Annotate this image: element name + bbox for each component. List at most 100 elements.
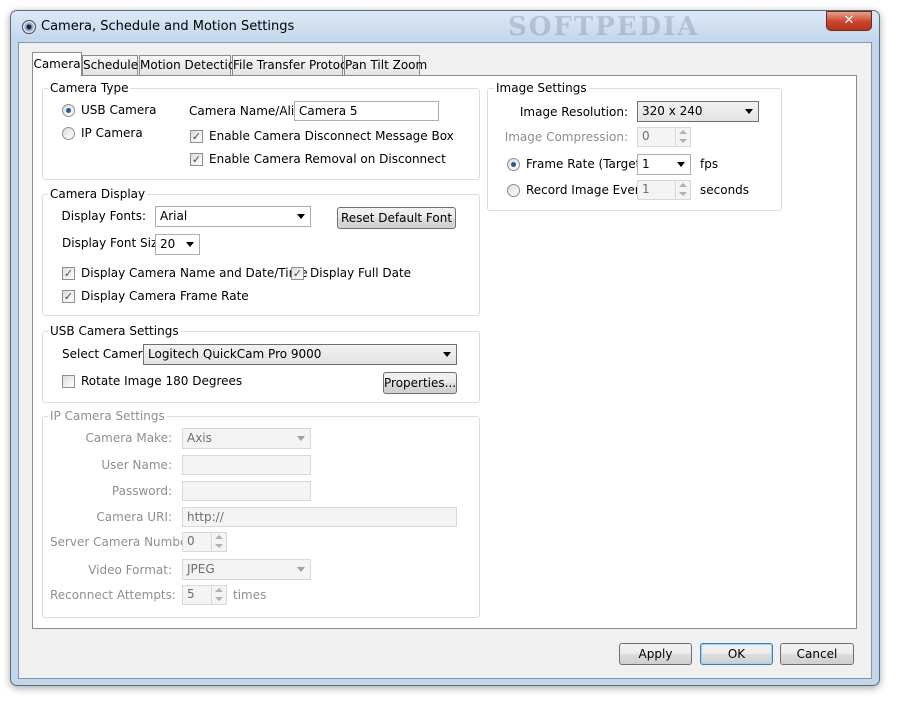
- spin-down-icon: [215, 544, 223, 548]
- camera-uri-input[interactable]: http://: [182, 507, 457, 527]
- camera-display-legend: Camera Display: [48, 187, 148, 201]
- disconnect-message-label: Enable Camera Disconnect Message Box: [209, 129, 454, 143]
- camera-name-input[interactable]: Camera 5: [294, 101, 439, 121]
- server-camera-number-value: 0: [187, 534, 195, 548]
- reconnect-attempts-label: Reconnect Attempts:: [50, 588, 176, 602]
- camera-make-select[interactable]: Axis: [182, 428, 311, 449]
- show-frame-rate-checkbox[interactable]: ✓: [62, 290, 75, 303]
- display-fonts-label: Display Fonts:: [61, 209, 146, 223]
- reconnect-attempts-spinner[interactable]: 5: [182, 585, 227, 605]
- font-size-select[interactable]: 20: [155, 234, 200, 255]
- frame-rate-label: Frame Rate (Target):: [526, 157, 650, 171]
- font-size-label: Display Font Size:: [62, 236, 169, 250]
- spinner-buttons[interactable]: [675, 181, 690, 199]
- spin-up-icon: [679, 183, 687, 187]
- chevron-down-icon: [745, 109, 753, 114]
- video-format-select[interactable]: JPEG: [182, 559, 311, 580]
- ip-camera-radio[interactable]: [62, 127, 75, 140]
- camera-make-label: Camera Make:: [85, 431, 172, 445]
- image-compression-value: 0: [642, 129, 650, 143]
- softpedia-watermark: SOFTPEDIA: [508, 12, 700, 42]
- rotate-image-label: Rotate Image 180 Degrees: [81, 374, 243, 388]
- chevron-down-icon: [677, 162, 685, 167]
- select-camera-value: Logitech QuickCam Pro 9000: [148, 347, 322, 361]
- reconnect-attempts-value: 5: [187, 587, 195, 601]
- record-every-unit: seconds: [700, 183, 750, 197]
- usb-camera-label: USB Camera: [81, 103, 157, 117]
- spin-down-icon: [679, 192, 687, 196]
- show-frame-rate-label: Display Camera Frame Rate: [81, 289, 249, 303]
- select-camera-label: Select Camera:: [62, 347, 154, 361]
- removal-on-disconnect-checkbox[interactable]: ✓: [190, 153, 203, 166]
- image-compression-spinner[interactable]: 0: [637, 127, 691, 147]
- tab-pan-tilt-zoom[interactable]: Pan Tilt Zoom: [344, 55, 427, 75]
- tab-camera[interactable]: Camera: [32, 52, 82, 76]
- record-every-spinner[interactable]: 1: [637, 180, 691, 200]
- password-input[interactable]: [182, 481, 311, 501]
- font-size-value: 20: [160, 237, 176, 251]
- chevron-down-icon: [297, 567, 305, 572]
- server-camera-number-label: Server Camera Number:: [50, 535, 197, 549]
- spin-up-icon: [679, 130, 687, 134]
- tab-file-transfer-protocol[interactable]: File Transfer Protocol: [232, 55, 357, 75]
- image-resolution-select[interactable]: 320 x 240: [637, 101, 759, 122]
- ip-camera-label: IP Camera: [81, 126, 143, 140]
- user-name-input[interactable]: [182, 455, 311, 475]
- full-date-label: Display Full Date: [310, 266, 412, 280]
- webcam-icon: [22, 20, 36, 34]
- ok-button[interactable]: OK: [700, 643, 773, 665]
- server-camera-number-spinner[interactable]: 0: [182, 532, 227, 552]
- close-button[interactable]: ✕: [826, 11, 872, 31]
- reset-default-font-button[interactable]: Reset Default Font: [337, 207, 456, 229]
- disconnect-message-checkbox[interactable]: ✓: [190, 130, 203, 143]
- frame-rate-radio[interactable]: [507, 158, 520, 171]
- spinner-buttons[interactable]: [211, 533, 226, 551]
- window-title: Camera, Schedule and Motion Settings: [41, 19, 295, 34]
- spinner-buttons[interactable]: [675, 128, 690, 146]
- frame-rate-select[interactable]: 1: [637, 154, 691, 175]
- removal-on-disconnect-label: Enable Camera Removal on Disconnect: [209, 152, 446, 166]
- video-format-label: Video Format:: [88, 563, 172, 577]
- record-every-radio[interactable]: [507, 184, 520, 197]
- image-resolution-value: 320 x 240: [642, 104, 703, 118]
- record-every-label: Record Image Every:: [526, 183, 650, 197]
- tab-motion-detection[interactable]: Motion Detection: [139, 55, 243, 75]
- cancel-button[interactable]: Cancel: [780, 643, 854, 665]
- user-name-label: User Name:: [101, 458, 172, 472]
- usb-settings-legend: USB Camera Settings: [48, 324, 181, 338]
- image-compression-label: Image Compression:: [504, 130, 628, 144]
- rotate-image-checkbox[interactable]: [62, 375, 75, 388]
- camera-make-value: Axis: [187, 431, 212, 445]
- chevron-down-icon: [186, 242, 194, 247]
- display-fonts-select[interactable]: Arial: [155, 206, 311, 227]
- full-date-checkbox[interactable]: ✓: [291, 267, 304, 280]
- ip-settings-legend: IP Camera Settings: [48, 409, 167, 423]
- chevron-down-icon: [297, 214, 305, 219]
- properties-button[interactable]: Properties...: [383, 372, 457, 394]
- video-format-value: JPEG: [187, 562, 215, 576]
- chevron-down-icon: [297, 436, 305, 441]
- spinner-buttons[interactable]: [211, 586, 226, 604]
- image-settings-legend: Image Settings: [494, 81, 589, 95]
- camera-type-legend: Camera Type: [48, 81, 131, 95]
- spin-down-icon: [215, 597, 223, 601]
- spin-down-icon: [679, 139, 687, 143]
- select-camera-dropdown[interactable]: Logitech QuickCam Pro 9000: [143, 344, 457, 365]
- apply-button[interactable]: Apply: [619, 643, 692, 665]
- display-fonts-value: Arial: [160, 209, 188, 223]
- show-name-date-checkbox[interactable]: ✓: [62, 267, 75, 280]
- frame-rate-value: 1: [642, 157, 650, 171]
- password-label: Password:: [111, 484, 172, 498]
- close-icon: ✕: [843, 13, 855, 28]
- record-every-value: 1: [642, 182, 650, 196]
- tab-schedule[interactable]: Schedule: [82, 55, 138, 75]
- reconnect-unit: times: [233, 588, 267, 602]
- spin-up-icon: [215, 588, 223, 592]
- chevron-down-icon: [443, 352, 451, 357]
- camera-uri-label: Camera URI:: [96, 510, 172, 524]
- frame-rate-unit: fps: [700, 157, 719, 171]
- show-name-date-label: Display Camera Name and Date/Time: [81, 266, 308, 280]
- spin-up-icon: [215, 535, 223, 539]
- usb-camera-radio[interactable]: [62, 104, 75, 117]
- image-resolution-label: Image Resolution:: [519, 105, 628, 119]
